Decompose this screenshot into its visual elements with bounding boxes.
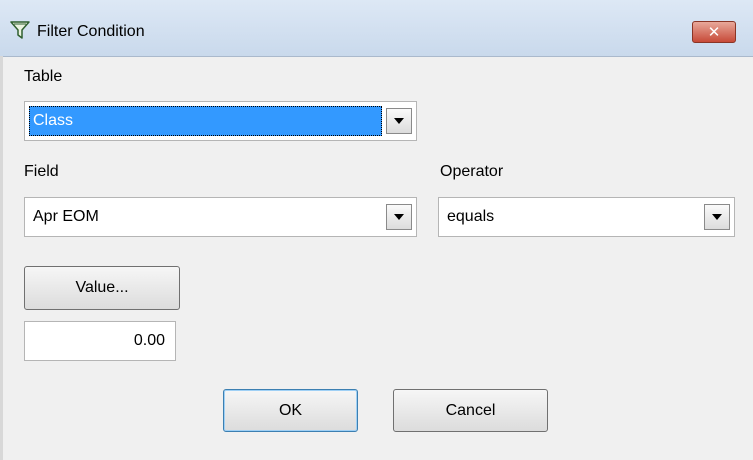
window-title: Filter Condition xyxy=(37,23,145,40)
chevron-down-icon[interactable] xyxy=(704,204,730,230)
title-bar: Filter Condition ✕ xyxy=(0,0,753,57)
chevron-down-icon[interactable] xyxy=(386,204,412,230)
field-label: Field xyxy=(24,163,59,180)
table-dropdown-value: Class xyxy=(29,106,382,136)
filter-funnel-icon xyxy=(10,20,30,40)
cancel-button[interactable]: Cancel xyxy=(393,389,548,432)
field-dropdown[interactable]: Apr EOM xyxy=(24,197,417,237)
ok-button[interactable]: OK xyxy=(223,389,358,432)
operator-label: Operator xyxy=(440,163,504,180)
table-label: Table xyxy=(24,68,63,85)
value-button[interactable]: Value... xyxy=(24,266,180,310)
close-icon: ✕ xyxy=(707,22,721,41)
value-input[interactable]: 0.00 xyxy=(24,321,176,361)
table-dropdown[interactable]: Class xyxy=(24,101,417,141)
field-dropdown-value: Apr EOM xyxy=(33,208,99,225)
close-button[interactable]: ✕ xyxy=(692,21,736,43)
operator-dropdown-value: equals xyxy=(447,208,495,225)
operator-dropdown[interactable]: equals xyxy=(438,197,735,237)
chevron-down-icon[interactable] xyxy=(386,108,412,134)
window-edge xyxy=(0,56,3,460)
